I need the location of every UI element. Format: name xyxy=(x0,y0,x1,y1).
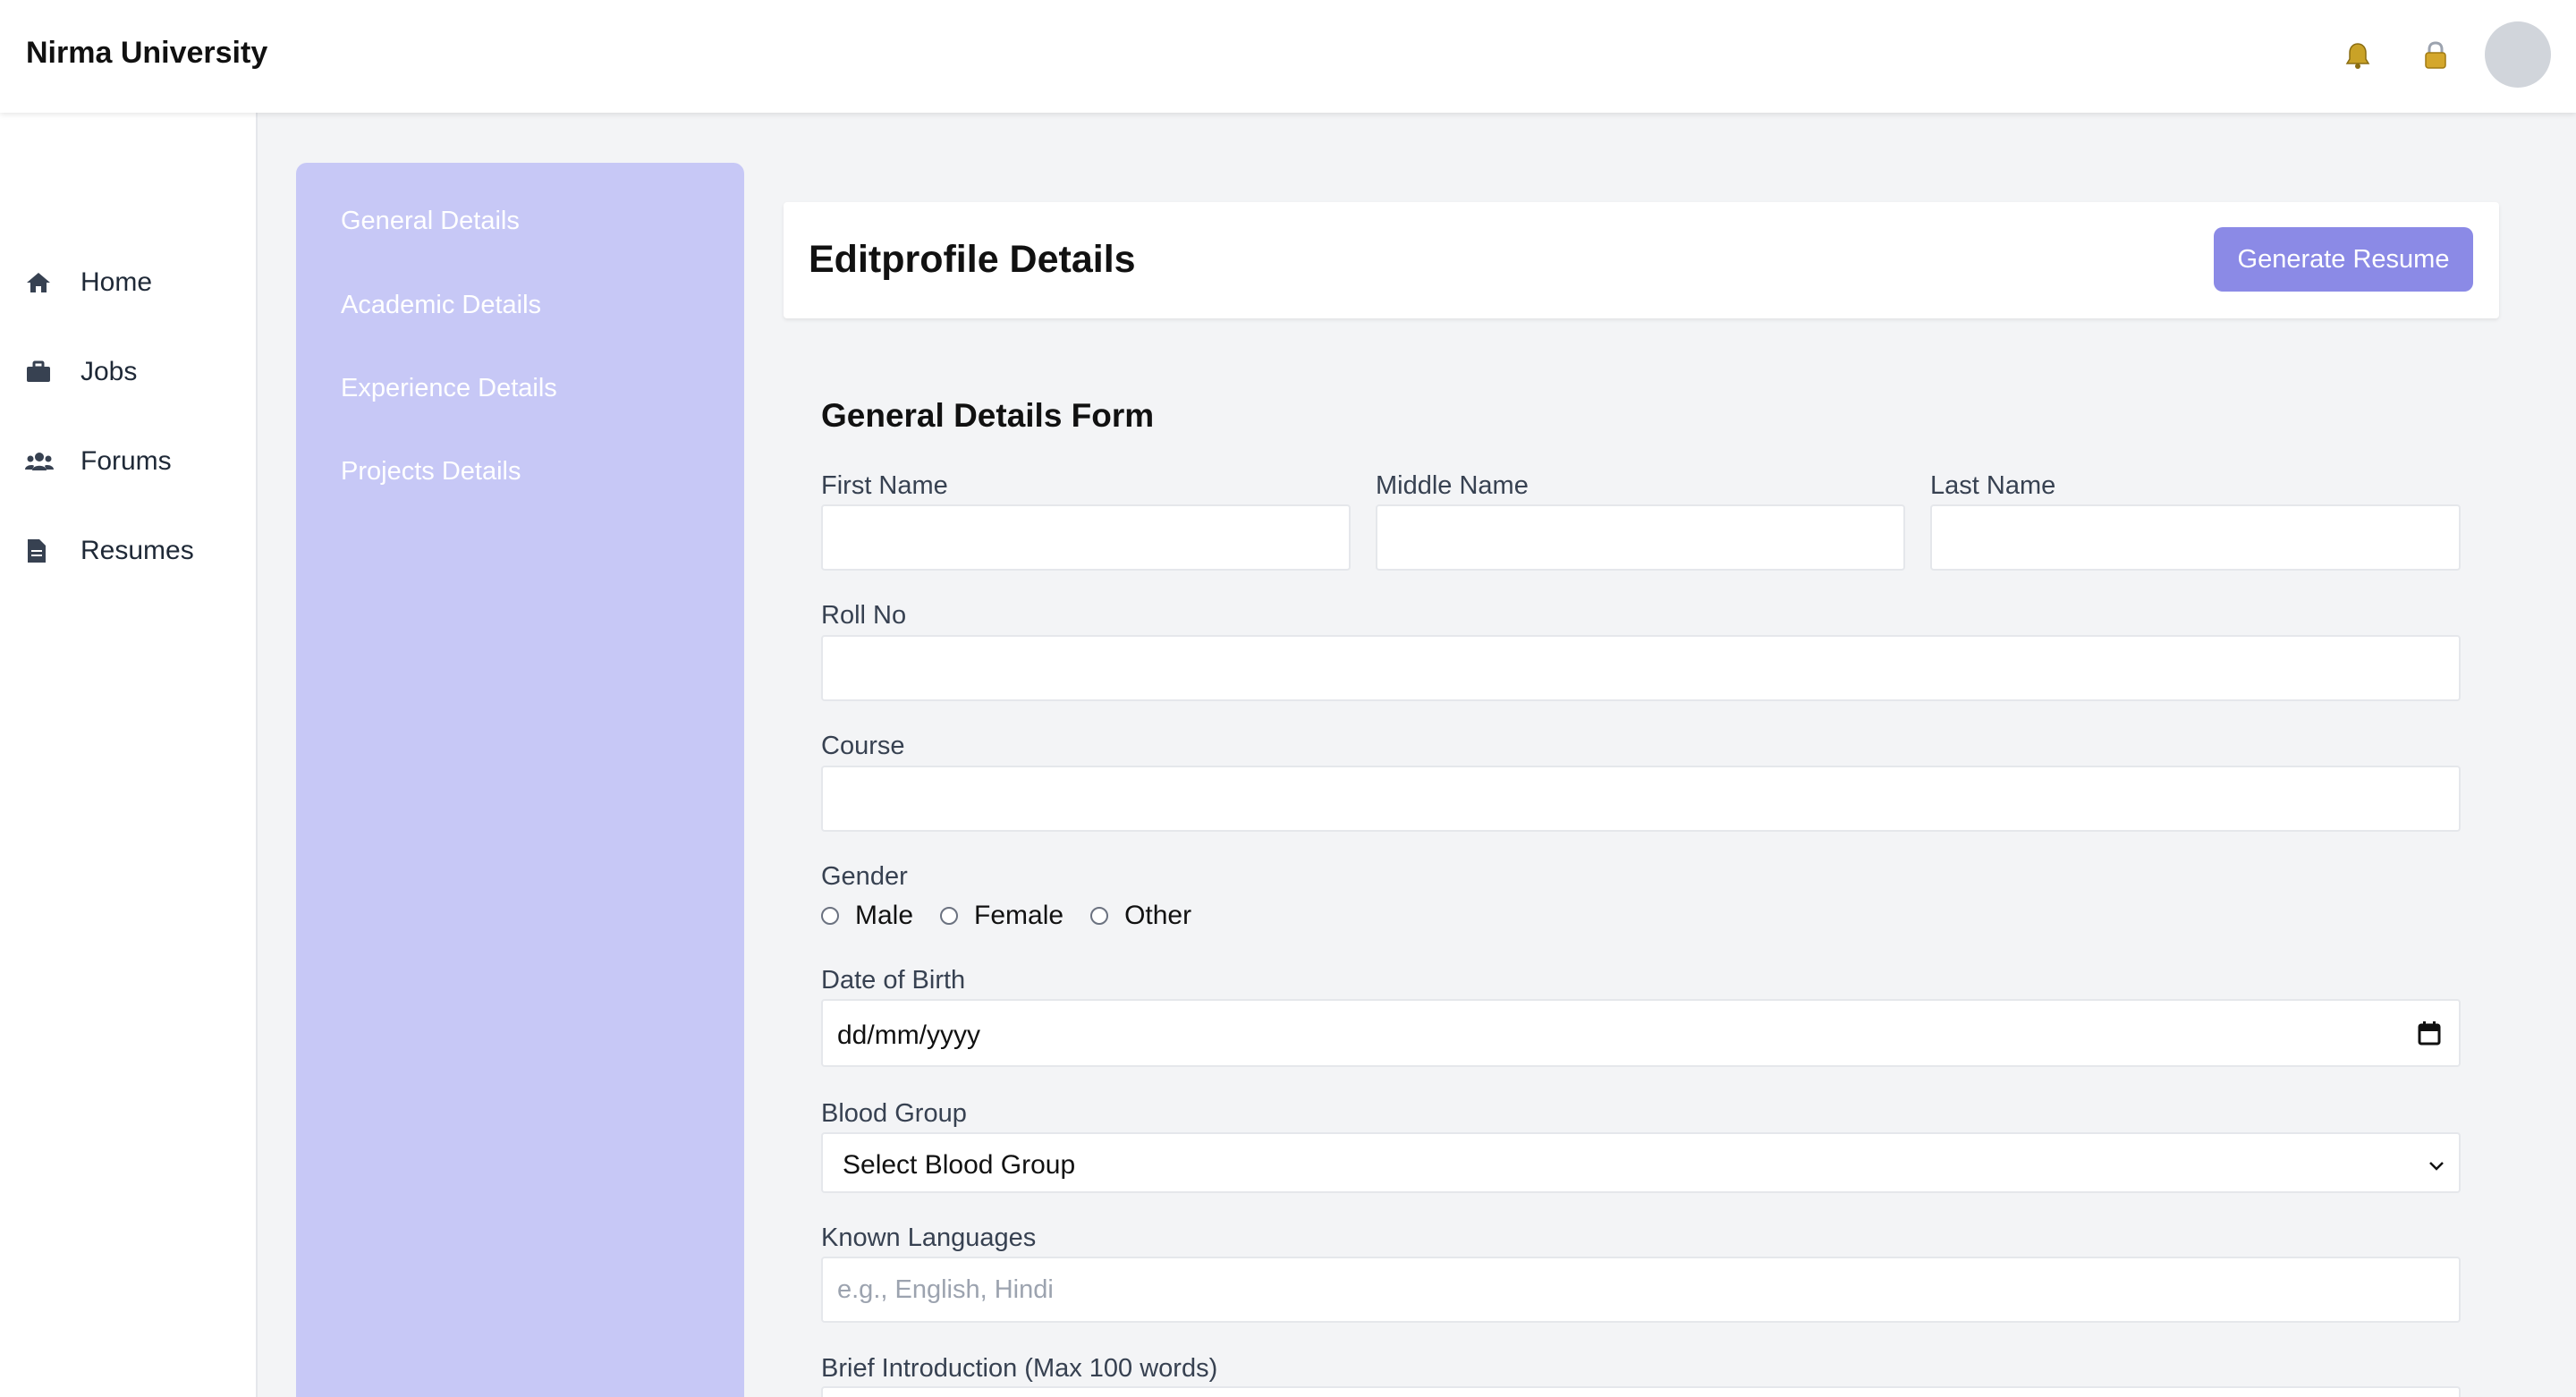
avatar[interactable] xyxy=(2485,21,2551,88)
middle-name-label: Middle Name xyxy=(1376,471,1529,500)
middle-name-field[interactable] xyxy=(1376,504,1905,571)
gender-option-label: Male xyxy=(855,901,914,930)
document-icon xyxy=(25,537,54,565)
sidebar-item-home[interactable]: Home xyxy=(25,261,152,304)
last-name-field[interactable] xyxy=(1930,504,2461,571)
subnav-item-experience[interactable]: Experience Details xyxy=(341,374,557,403)
sidebar-item-forums[interactable]: Forums xyxy=(25,440,172,483)
intro-field[interactable] xyxy=(821,1386,2461,1397)
bell-icon[interactable] xyxy=(2342,38,2374,73)
course-field[interactable] xyxy=(821,766,2461,832)
blood-group-label: Blood Group xyxy=(821,1099,967,1128)
sidebar-item-label: Resumes xyxy=(80,536,194,565)
generate-resume-button[interactable]: Generate Resume xyxy=(2214,227,2473,292)
page-header-card: Editprofile Details Generate Resume xyxy=(784,202,2499,318)
sidebar-item-label: Forums xyxy=(80,446,172,476)
gender-option-label: Other xyxy=(1124,901,1192,930)
top-header: Nirma University xyxy=(0,0,2576,113)
course-label: Course xyxy=(821,732,905,760)
subnav-item-projects[interactable]: Projects Details xyxy=(341,457,521,487)
brand-title[interactable]: Nirma University xyxy=(26,36,267,71)
first-name-field[interactable] xyxy=(821,504,1351,571)
gender-label: Gender xyxy=(821,862,908,891)
sidebar-item-resumes[interactable]: Resumes xyxy=(25,529,194,572)
sidebar: Home Jobs Forums Resumes xyxy=(0,113,258,1397)
gender-radio-female[interactable] xyxy=(940,907,959,925)
dob-label: Date of Birth xyxy=(821,966,966,995)
languages-label: Known Languages xyxy=(821,1223,1037,1252)
subnav-item-academic[interactable]: Academic Details xyxy=(341,291,541,320)
roll-no-field[interactable] xyxy=(821,635,2461,701)
gender-radio-male[interactable] xyxy=(821,907,839,925)
dob-field[interactable]: dd/mm/yyyy xyxy=(821,999,2461,1067)
users-icon xyxy=(25,447,54,476)
home-icon xyxy=(25,268,54,297)
languages-field[interactable] xyxy=(821,1257,2461,1323)
gender-radio-other[interactable] xyxy=(1090,907,1109,925)
briefcase-icon xyxy=(25,358,54,386)
page-title: Editprofile Details xyxy=(809,238,1136,281)
sidebar-item-jobs[interactable]: Jobs xyxy=(25,351,137,394)
profile-sections-nav: General Details Academic Details Experie… xyxy=(296,163,744,1397)
roll-no-label: Roll No xyxy=(821,601,907,630)
blood-group-select[interactable]: Select Blood Group xyxy=(821,1132,2461,1193)
dob-placeholder: dd/mm/yyyy xyxy=(837,1020,981,1050)
gender-radio-group: Male Female Other xyxy=(821,898,1218,934)
first-name-label: First Name xyxy=(821,471,948,500)
lock-icon[interactable] xyxy=(2419,38,2452,73)
sidebar-item-label: Home xyxy=(80,267,153,297)
calendar-icon[interactable] xyxy=(2418,1020,2443,1047)
intro-label: Brief Introduction (Max 100 words) xyxy=(821,1354,1218,1383)
form-title: General Details Form xyxy=(821,397,1155,434)
subnav-item-general[interactable]: General Details xyxy=(341,207,520,236)
sidebar-item-label: Jobs xyxy=(80,357,138,386)
gender-option-label: Female xyxy=(974,901,1064,930)
last-name-label: Last Name xyxy=(1930,471,2056,500)
chevron-down-icon xyxy=(2427,1156,2446,1175)
blood-group-selected: Select Blood Group xyxy=(843,1150,1076,1180)
